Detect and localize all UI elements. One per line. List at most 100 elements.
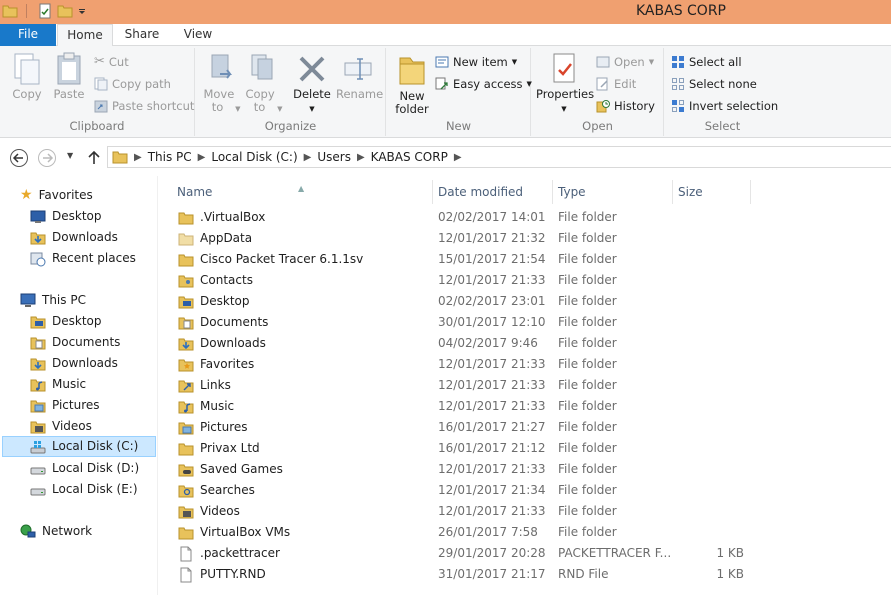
paste-shortcut-button[interactable]: Paste shortcut <box>94 96 194 116</box>
nav-network[interactable]: Network <box>20 521 92 542</box>
window-title: KABAS CORP <box>636 3 726 19</box>
folder-hidden-icon <box>178 233 194 245</box>
breadcrumb-separator-icon[interactable]: ▶ <box>198 152 206 163</box>
file-row[interactable]: AppData 12/01/2017 21:32 File folder <box>160 228 891 249</box>
saved-games-folder-icon <box>178 464 194 476</box>
properties-icon[interactable] <box>37 3 53 19</box>
select-none-icon <box>672 78 684 90</box>
drive-icon <box>30 488 46 495</box>
nav-pc-pictures[interactable]: Pictures <box>30 395 100 416</box>
rename-label: Rename <box>336 87 384 101</box>
file-row[interactable]: Music 12/01/2017 21:33 File folder <box>160 396 891 417</box>
new-folder-button[interactable]: New folder <box>391 52 433 116</box>
breadcrumb-separator-icon[interactable]: ▶ <box>304 152 312 163</box>
documents-folder-icon <box>30 337 46 349</box>
tab-share[interactable]: Share <box>117 24 167 46</box>
file-row[interactable]: Downloads 04/02/2017 9:46 File folder <box>160 333 891 354</box>
easy-access-button[interactable]: Easy access ▼ <box>435 74 532 94</box>
file-date: 12/01/2017 21:33 <box>438 462 546 476</box>
file-name-cell: Music <box>178 396 234 417</box>
rename-button[interactable]: Rename <box>336 52 384 101</box>
file-row[interactable]: Cisco Packet Tracer 6.1.1sv 15/01/2017 21… <box>160 249 891 270</box>
file-row[interactable]: Pictures 16/01/2017 21:27 File folder <box>160 417 891 438</box>
file-type: File folder <box>558 420 617 434</box>
column-header-type[interactable]: Type <box>553 180 673 204</box>
file-name-cell: Searches <box>178 480 255 501</box>
recent-locations-icon[interactable]: ▼ <box>67 151 73 160</box>
history-button[interactable]: History <box>596 96 655 116</box>
file-row[interactable]: Documents 30/01/2017 12:10 File folder <box>160 312 891 333</box>
column-header-size[interactable]: Size <box>673 180 751 204</box>
column-header-date[interactable]: Date modified <box>433 180 553 204</box>
breadcrumb-item[interactable]: This PC <box>148 150 192 164</box>
open-label: Open <box>614 55 645 69</box>
file-row[interactable]: VirtualBox VMs 26/01/2017 7:58 File folder <box>160 522 891 543</box>
file-name-cell: Downloads <box>178 333 266 354</box>
nav-fav-recent-places[interactable]: Recent places <box>30 248 136 269</box>
nav-fav-desktop[interactable]: Desktop <box>30 206 102 227</box>
copy-button[interactable]: Copy <box>8 52 46 101</box>
nav-pc-local-disk-e[interactable]: Local Disk (E:) <box>30 479 138 500</box>
new-item-button[interactable]: New item ▼ <box>435 52 517 72</box>
select-none-button[interactable]: Select none <box>671 74 757 94</box>
copy-path-button[interactable]: Copy path <box>94 74 171 94</box>
file-row[interactable]: .VirtualBox 02/02/2017 14:01 File folder <box>160 207 891 228</box>
nav-this-pc[interactable]: This PC <box>20 290 86 311</box>
nav-pc-local-disk-d[interactable]: Local Disk (D:) <box>30 458 139 479</box>
file-type: File folder <box>558 504 617 518</box>
up-button[interactable] <box>87 149 101 165</box>
computer-icon <box>20 293 36 307</box>
nav-pc-videos[interactable]: Videos <box>30 416 92 437</box>
file-row[interactable]: PUTTY.RND 31/01/2017 21:17 RND File 1 KB <box>160 564 891 585</box>
new-folder-icon[interactable] <box>57 3 73 19</box>
breadcrumb-item[interactable]: KABAS CORP <box>371 150 448 164</box>
invert-selection-button[interactable]: Invert selection <box>671 96 778 116</box>
paste-button[interactable]: Paste <box>50 52 88 101</box>
file-row[interactable]: .packettracer 29/01/2017 20:28 PACKETTRACE… <box>160 543 891 564</box>
file-type: File folder <box>558 378 617 392</box>
file-row[interactable]: Desktop 02/02/2017 23:01 File folder <box>160 291 891 312</box>
back-button[interactable] <box>9 148 29 168</box>
file-type: File folder <box>558 399 617 413</box>
file-row[interactable]: Contacts 12/01/2017 21:33 File folder <box>160 270 891 291</box>
nav-fav-downloads[interactable]: Downloads <box>30 227 118 248</box>
column-header-name[interactable]: ▲ Name <box>160 180 433 204</box>
cut-button[interactable]: ✂ Cut <box>94 52 129 72</box>
move-to-button[interactable]: Move to ▼ <box>202 52 242 116</box>
file-row[interactable]: Privax Ltd 16/01/2017 21:12 File folder <box>160 438 891 459</box>
breadcrumb-item[interactable]: Local Disk (C:) <box>211 150 297 164</box>
file-row[interactable]: Saved Games 12/01/2017 21:33 File folder <box>160 459 891 480</box>
pictures-folder-icon <box>178 422 194 434</box>
breadcrumb-separator-icon[interactable]: ▶ <box>357 152 365 163</box>
nav-pc-documents[interactable]: Documents <box>30 332 120 353</box>
properties-button[interactable]: Properties ▼ <box>536 52 594 116</box>
file-list: ▲ Name Date modified Type Size .VirtualB… <box>160 176 891 595</box>
file-type: File folder <box>558 252 617 266</box>
select-all-button[interactable]: Select all <box>671 52 742 72</box>
tab-home[interactable]: Home <box>57 24 113 47</box>
nav-pc-local-disk-c[interactable]: Local Disk (C:) <box>2 436 156 457</box>
file-row[interactable]: Videos 12/01/2017 21:33 File folder <box>160 501 891 522</box>
file-row[interactable]: Links 12/01/2017 21:33 File folder <box>160 375 891 396</box>
nav-favorites[interactable]: ★ Favorites <box>20 185 93 206</box>
file-row[interactable]: Searches 12/01/2017 21:34 File folder <box>160 480 891 501</box>
nav-pc-desktop[interactable]: Desktop <box>30 311 102 332</box>
edit-button[interactable]: Edit <box>596 74 636 94</box>
tab-view[interactable]: View <box>173 24 223 46</box>
address-bar[interactable]: ▶ This PC ▶ Local Disk (C:) ▶ Users ▶ KA… <box>107 146 891 168</box>
breadcrumb-item[interactable]: Users <box>317 150 351 164</box>
tab-file[interactable]: File <box>0 24 56 46</box>
chevron-down-icon[interactable] <box>77 3 87 19</box>
nav-pc-music[interactable]: Music <box>30 374 86 395</box>
column-header-date-label: Date modified <box>438 185 524 199</box>
copy-to-button[interactable]: Copy to ▼ <box>244 52 284 116</box>
file-name-cell: AppData <box>178 228 252 249</box>
breadcrumb-separator-icon[interactable]: ▶ <box>454 152 462 163</box>
open-button[interactable]: Open ▼ <box>596 52 654 72</box>
delete-button[interactable]: Delete ▼ <box>292 52 332 116</box>
nav-pc-downloads[interactable]: Downloads <box>30 353 118 374</box>
file-row[interactable]: Favorites 12/01/2017 21:33 File folder <box>160 354 891 375</box>
breadcrumb-separator-icon[interactable]: ▶ <box>134 152 142 163</box>
forward-button[interactable] <box>37 148 57 168</box>
select-group: Select all Select none Invert selection … <box>665 48 780 136</box>
